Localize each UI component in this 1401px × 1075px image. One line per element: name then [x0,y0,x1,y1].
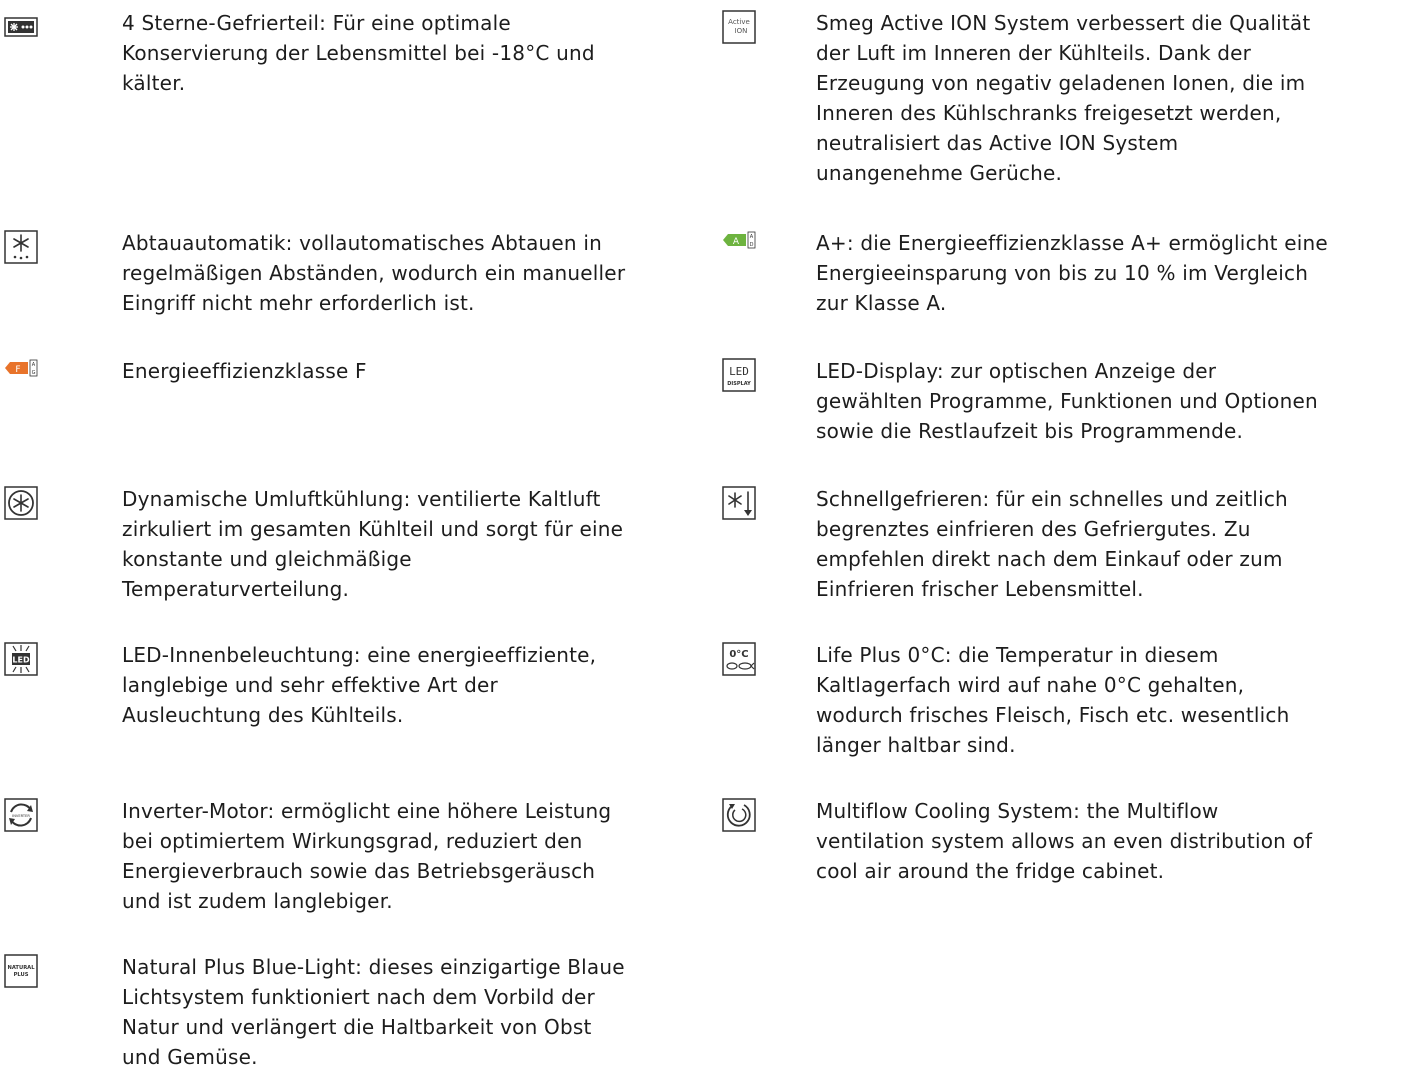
feature-led-display: LED DISPLAY LED-Display: zur optischen A… [722,356,1401,446]
feature-text: Smeg Active ION System verbessert die Qu… [816,11,1311,185]
active-ion-icon: Active ION [722,10,756,44]
svg-text:INVERTER: INVERTER [12,814,30,818]
feature-fast-freeze: Schnellgefrieren: für ein schnelles und … [722,484,1401,604]
svg-text:LED: LED [12,656,30,665]
svg-text:D: D [750,242,754,248]
feature-text: Multiflow Cooling System: the Multiflow … [816,799,1313,883]
feature-energy-class-f: F A G Energieeffizienzklasse F [4,356,698,392]
energy-badge-letter: A [733,237,740,247]
svg-text:ION: ION [735,27,748,35]
feature-text: Energieeffizienzklasse F [122,359,367,383]
svg-text:0°C: 0°C [729,649,748,660]
feature-energy-class-aplus: A A D A+: die Energieeffizienzklasse A+ … [722,228,1401,318]
feature-4star-freezer: 4 Sterne-Gefrierteil: Für eine optimale … [4,8,698,98]
freezer-4star-icon [4,10,38,44]
feature-active-ion: Active ION Smeg Active ION System verbes… [722,8,1401,188]
feature-dynamic-cooling: Dynamische Umluftkühlung: ventilierte Ka… [4,484,698,604]
energy-class-f-icon: F A G [4,358,38,392]
svg-text:NATURAL: NATURAL [7,965,35,971]
energy-class-aplus-icon: A A D [722,230,756,264]
svg-text:A: A [750,234,754,240]
feature-text: Dynamische Umluftkühlung: ventilierte Ka… [122,487,624,601]
feature-life-plus: 0°C Life Plus 0°C: die Temperatur in die… [722,640,1401,760]
svg-text:A: A [32,362,36,368]
dynamic-cooling-icon [4,486,38,520]
feature-multiflow-cooling: Multiflow Cooling System: the Multiflow … [722,796,1401,886]
energy-badge-letter: F [15,365,20,375]
feature-inverter-motor: INVERTER Inverter-Motor: ermöglicht eine… [4,796,698,916]
feature-text: Schnellgefrieren: für ein schnelles und … [816,487,1288,601]
feature-natural-plus: NATURAL PLUS Natural Plus Blue-Light: di… [4,952,698,1072]
svg-text:Active: Active [728,18,750,26]
feature-text: A+: die Energieeffizienzklasse A+ ermögl… [816,231,1328,315]
feature-text: Natural Plus Blue-Light: dieses einzigar… [122,955,625,1069]
natural-plus-icon: NATURAL PLUS [4,954,38,988]
led-display-icon: LED DISPLAY [722,358,756,392]
svg-text:DISPLAY: DISPLAY [727,381,751,387]
feature-text: LED-Display: zur optischen Anzeige der g… [816,359,1318,443]
auto-defrost-icon [4,230,38,264]
inverter-motor-icon: INVERTER [4,798,38,832]
svg-text:G: G [32,370,36,376]
life-plus-icon: 0°C [722,642,756,676]
feature-auto-defrost: Abtauautomatik: vollautomatisches Abtaue… [4,228,698,318]
fast-freeze-icon [722,486,756,520]
feature-text: Inverter-Motor: ermöglicht eine höhere L… [122,799,612,913]
feature-text: LED-Innenbeleuchtung: eine energieeffizi… [122,643,597,727]
feature-text: Life Plus 0°C: die Temperatur in diesem … [816,643,1290,757]
feature-led-lighting: LED LED-Innenbeleuchtung: eine energieef… [4,640,698,730]
svg-text:PLUS: PLUS [14,972,29,978]
multiflow-cooling-icon [722,798,756,832]
feature-text: 4 Sterne-Gefrierteil: Für eine optimale … [122,11,595,95]
svg-text:LED: LED [729,365,749,378]
feature-text: Abtauautomatik: vollautomatisches Abtaue… [122,231,626,315]
led-lighting-icon: LED [4,642,38,676]
